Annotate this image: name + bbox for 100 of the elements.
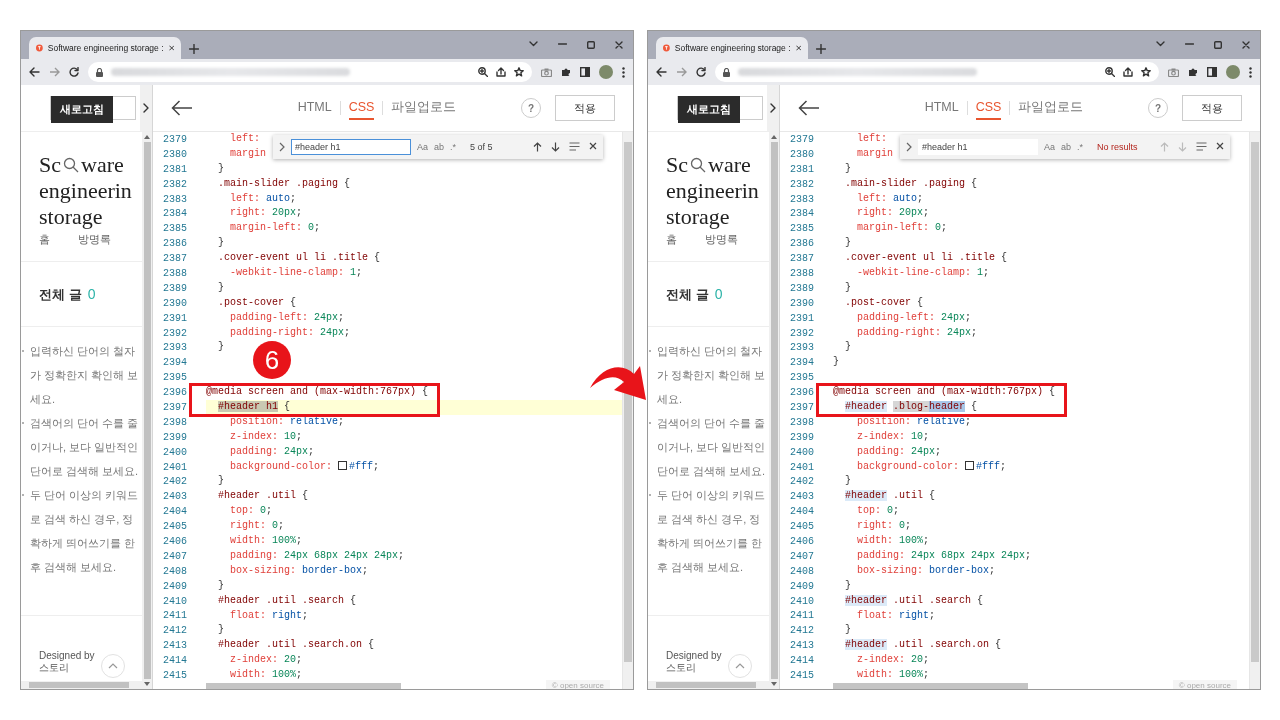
reload-icon[interactable] [69,67,79,77]
selection-icon[interactable] [569,142,580,151]
share-icon[interactable] [496,67,506,77]
minimize-icon[interactable] [558,41,567,47]
search-tip: 입력하신 단어의 철자가 정확한지 확인해 보세요. [657,344,767,407]
favicon-icon [36,43,43,53]
post-count: 0 [714,286,723,304]
code-line: } [217,340,225,355]
find-field[interactable]: #header h1 [918,139,1038,155]
minimize-icon[interactable] [1185,41,1194,47]
match-case-toggle[interactable]: Aa [1044,142,1055,152]
puzzle-icon[interactable] [561,67,571,77]
vertical-scrollbar[interactable] [622,132,633,689]
line-number: 2389 [162,282,187,294]
match-case-toggle[interactable]: Aa [417,142,428,152]
find-field[interactable]: #header h1 [291,139,411,155]
apply-button[interactable]: 적용 [1182,95,1242,121]
editor-tab[interactable]: CSS [975,96,1002,120]
scroll-up-icon[interactable] [771,135,777,139]
zoom-icon[interactable] [1105,67,1115,77]
line-number: 2394 [162,357,187,369]
line-number: 2386 [162,238,187,250]
new-tab-icon[interactable] [816,44,826,54]
nav-link[interactable]: 방명록 [78,232,111,247]
chevron-down-icon[interactable] [529,41,538,47]
close-icon[interactable] [1216,142,1224,150]
whole-word-toggle[interactable]: ab [434,142,445,152]
code-line: position: relative; [856,414,972,429]
code-line: right: 20px; [229,206,303,221]
previous-match-icon[interactable] [533,142,542,152]
reload-icon[interactable] [696,67,706,77]
code-line: } [844,578,852,593]
regex-toggle[interactable]: .* [450,142,457,152]
kebab-menu-icon[interactable] [1249,66,1252,78]
sidebar-icon[interactable] [580,67,590,77]
expand-button[interactable] [767,85,779,131]
close-icon[interactable] [589,142,597,150]
avatar-icon[interactable] [599,65,613,79]
maximize-icon[interactable] [587,41,595,49]
nav-link[interactable]: 홈 [666,232,677,247]
help-button[interactable]: ? [521,98,541,118]
search-icon[interactable] [690,157,706,173]
camera-icon[interactable] [541,67,552,77]
editor-tab[interactable]: HTML [297,96,332,120]
next-match-icon[interactable] [551,142,560,152]
camera-icon[interactable] [1168,67,1179,77]
back-icon[interactable] [656,67,667,77]
close-icon[interactable] [168,44,174,52]
regex-toggle[interactable]: .* [1077,142,1084,152]
horizontal-scrollbar[interactable] [206,682,401,689]
back-icon[interactable] [29,67,40,77]
chevron-down-icon[interactable] [1156,41,1165,47]
new-tab-icon[interactable] [189,44,199,54]
code-line: z-index: 20; [229,653,303,668]
vertical-scrollbar[interactable] [1249,132,1260,689]
nav-link[interactable]: 방명록 [705,232,738,247]
nav-link[interactable]: 홈 [39,232,50,247]
editor-tab[interactable]: 파일업로드 [391,94,457,122]
horizontal-scrollbar[interactable] [833,682,1028,689]
star-icon[interactable] [1141,67,1151,77]
apply-button[interactable]: 적용 [555,95,615,121]
editor-tab[interactable]: CSS [348,96,375,120]
chevron-right-icon[interactable] [279,142,285,152]
back-arrow-icon[interactable] [171,100,193,116]
expand-button[interactable] [140,85,152,131]
code-line: } [844,236,852,251]
scroll-down-icon[interactable] [144,682,150,686]
code-line: float: right; [229,608,309,623]
line-number: 2393 [162,342,187,354]
maximize-icon[interactable] [1214,41,1222,49]
close-icon[interactable] [1242,41,1250,49]
share-icon[interactable] [1123,67,1133,77]
browser-tab[interactable]: Software engineering storage : [656,37,808,59]
code-line: background-color: #fff; [856,459,1007,474]
horizontal-scrollbar[interactable] [648,681,769,689]
selection-icon[interactable] [1196,142,1207,151]
editor-tab[interactable]: HTML [924,96,959,120]
browser-tab[interactable]: Software engineering storage : [29,37,181,59]
avatar-icon[interactable] [1226,65,1240,79]
puzzle-icon[interactable] [1188,67,1198,77]
scroll-up-icon[interactable] [144,135,150,139]
close-icon[interactable] [795,44,801,52]
kebab-menu-icon[interactable] [622,66,625,78]
chevron-right-icon[interactable] [906,142,912,152]
help-button[interactable]: ? [1148,98,1168,118]
line-number: 2408 [789,565,814,577]
star-icon[interactable] [514,67,524,77]
code-line: padding: 24px; [229,444,315,459]
vertical-scrollbar[interactable] [142,132,152,689]
close-icon[interactable] [615,41,623,49]
line-number: 2382 [162,178,187,190]
scroll-down-icon[interactable] [771,682,777,686]
horizontal-scrollbar[interactable] [21,681,142,689]
whole-word-toggle[interactable]: ab [1061,142,1072,152]
zoom-icon[interactable] [478,67,488,77]
sidebar-icon[interactable] [1207,67,1217,77]
vertical-scrollbar[interactable] [769,132,779,689]
search-icon[interactable] [63,157,79,173]
back-arrow-icon[interactable] [798,100,820,116]
editor-tab[interactable]: 파일업로드 [1018,94,1084,122]
